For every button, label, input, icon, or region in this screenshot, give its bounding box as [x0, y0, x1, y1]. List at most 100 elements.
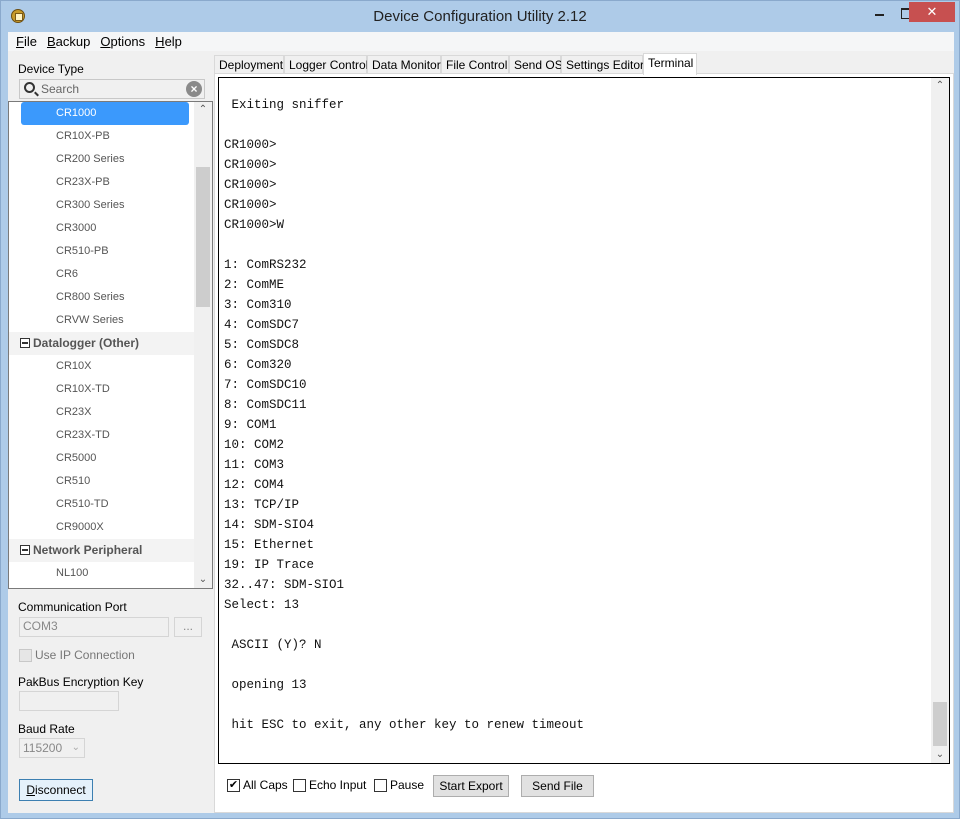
app-window: Device Configuration Utility 2.12 ✕ File…	[0, 0, 960, 819]
terminal-line: 11: COM3	[224, 458, 285, 472]
search-icon	[24, 82, 35, 93]
menu-bar: File Backup Options Help	[8, 32, 954, 52]
tree-item[interactable]: CR9000X	[21, 516, 189, 539]
tab-send-os[interactable]: Send OS	[509, 55, 563, 74]
menu-help[interactable]: Help	[155, 32, 182, 52]
terminal-line: CR1000>	[224, 198, 277, 212]
terminal-text: Exiting sniffer CR1000> CR1000> CR1000> CR10…	[224, 95, 584, 735]
terminal-line: 7: ComSDC10	[224, 378, 307, 392]
tree-item[interactable]: CR300 Series	[21, 194, 189, 217]
tree-item[interactable]: CR510-PB	[21, 240, 189, 263]
client-area: Device Type × CR1000CR10X-PBCR200 Series…	[8, 51, 954, 813]
terminal-line: 15: Ethernet	[224, 538, 315, 552]
baud-rate-select[interactable]: 115200 ⌄	[19, 738, 85, 758]
scroll-down-icon[interactable]: ⌄	[931, 747, 949, 763]
tree-item[interactable]: NL100	[21, 562, 189, 585]
tree-item[interactable]: CR3000	[21, 217, 189, 240]
tree-group[interactable]: Datalogger (Other)	[9, 332, 195, 355]
tree-item[interactable]: CR10X-PB	[21, 125, 189, 148]
minimize-button[interactable]	[867, 2, 893, 22]
echo-input-label: Echo Input	[309, 778, 367, 792]
collapse-icon[interactable]	[20, 545, 30, 555]
pause-checkbox[interactable]	[374, 779, 387, 792]
terminal-line: Select: 13	[224, 598, 300, 612]
terminal-line: 32..47: SDM-SIO1	[224, 578, 345, 592]
disconnect-button[interactable]: Disconnect	[19, 779, 93, 801]
terminal-scrollbar-thumb[interactable]	[933, 702, 947, 746]
pakbus-key-field[interactable]	[19, 691, 119, 711]
window-title: Device Configuration Utility 2.12	[373, 8, 587, 25]
terminal-line: 14: SDM-SIO4	[224, 518, 315, 532]
terminal-line: 8: ComSDC11	[224, 398, 307, 412]
tree-scrollbar-thumb[interactable]	[196, 167, 210, 307]
terminal-line: CR1000>	[224, 138, 277, 152]
tree-item[interactable]: CR23X-PB	[21, 171, 189, 194]
terminal-line: CR1000>	[224, 158, 277, 172]
all-caps-checkbox[interactable]: ✔	[227, 779, 240, 792]
terminal-line: CR1000>W	[224, 218, 285, 232]
title-bar: Device Configuration Utility 2.12 ✕	[1, 1, 959, 32]
terminal-line: 9: COM1	[224, 418, 277, 432]
tree-item[interactable]: CR5000	[21, 447, 189, 470]
tree-item[interactable]: CR200 Series	[21, 148, 189, 171]
terminal-panel: Exiting sniffer CR1000> CR1000> CR1000> CR10…	[214, 73, 954, 813]
device-search-box[interactable]: ×	[19, 79, 205, 99]
tab-file-control[interactable]: File Control	[441, 55, 509, 74]
menu-file[interactable]: File	[16, 32, 37, 52]
start-export-button[interactable]: Start Export	[433, 775, 509, 797]
tree-item[interactable]: CR23X	[21, 401, 189, 424]
tree-item[interactable]: CR800 Series	[21, 286, 189, 309]
menu-options[interactable]: Options	[100, 32, 145, 52]
tree-item[interactable]: CR1000	[21, 102, 189, 125]
terminal-line: ASCII (Y)? N	[224, 638, 322, 652]
disconnect-label: isconnect	[34, 783, 86, 797]
terminal-scrollbar[interactable]: ⌃ ⌄	[931, 78, 949, 763]
pause-label: Pause	[390, 778, 425, 792]
tree-item[interactable]: CR510	[21, 470, 189, 493]
collapse-icon[interactable]	[20, 338, 30, 348]
terminal-controls: ✔ All Caps Echo Input Pause Start Export…	[215, 768, 955, 812]
tree-group[interactable]: Network Peripheral	[9, 539, 195, 562]
baud-rate-value: 115200	[23, 741, 63, 755]
device-search-input[interactable]	[41, 81, 181, 97]
browse-port-button[interactable]: ...	[174, 617, 202, 637]
use-ip-checkbox[interactable]	[19, 649, 32, 662]
terminal-line: 1: ComRS232	[224, 258, 307, 272]
scroll-up-icon[interactable]: ⌃	[931, 78, 949, 94]
tree-item[interactable]: CR510-TD	[21, 493, 189, 516]
device-type-list: CR1000 CR10X-PB CR200 Series CR23X-PB CR300 …	[9, 102, 195, 585]
clear-search-icon[interactable]: ×	[186, 81, 202, 97]
terminal-output[interactable]: Exiting sniffer CR1000> CR1000> CR1000> CR10…	[218, 77, 950, 764]
comm-port-label: Communication Port	[18, 600, 127, 614]
tab-deployment[interactable]: Deployment	[214, 55, 284, 74]
tab-logger-control[interactable]: Logger Control	[284, 55, 368, 74]
close-button[interactable]: ✕	[909, 2, 955, 22]
scroll-down-icon[interactable]: ⌄	[194, 572, 212, 588]
tree-item[interactable]: CRVW Series	[21, 309, 189, 332]
tab-settings-editor[interactable]: Settings Editor	[561, 55, 644, 74]
terminal-line: 6: Com320	[224, 358, 292, 372]
terminal-line: hit ESC to exit, any other key to renew …	[224, 718, 585, 732]
tab-data-monitor[interactable]: Data Monitor	[367, 55, 441, 74]
scroll-up-icon[interactable]: ⌃	[194, 102, 212, 118]
echo-input-checkbox[interactable]	[293, 779, 306, 792]
tree-item[interactable]: CR10X	[21, 355, 189, 378]
tree-scrollbar[interactable]: ⌃ ⌄	[194, 102, 212, 588]
terminal-line: CR1000>	[224, 178, 277, 192]
terminal-line: 10: COM2	[224, 438, 285, 452]
tree-item[interactable]: CR10X-TD	[21, 378, 189, 401]
comm-port-field[interactable]: COM3	[19, 617, 169, 637]
tree-item[interactable]: CR6	[21, 263, 189, 286]
all-caps-label: All Caps	[243, 778, 288, 792]
send-file-button[interactable]: Send File	[521, 775, 594, 797]
tree-item[interactable]: CR23X-TD	[21, 424, 189, 447]
menu-backup[interactable]: Backup	[47, 32, 90, 52]
terminal-line: 19: IP Trace	[224, 558, 315, 572]
device-type-tree: CR1000 CR10X-PB CR200 Series CR23X-PB CR300 …	[8, 101, 213, 589]
use-ip-label: Use IP Connection	[35, 648, 135, 662]
tab-terminal[interactable]: Terminal	[643, 53, 697, 75]
